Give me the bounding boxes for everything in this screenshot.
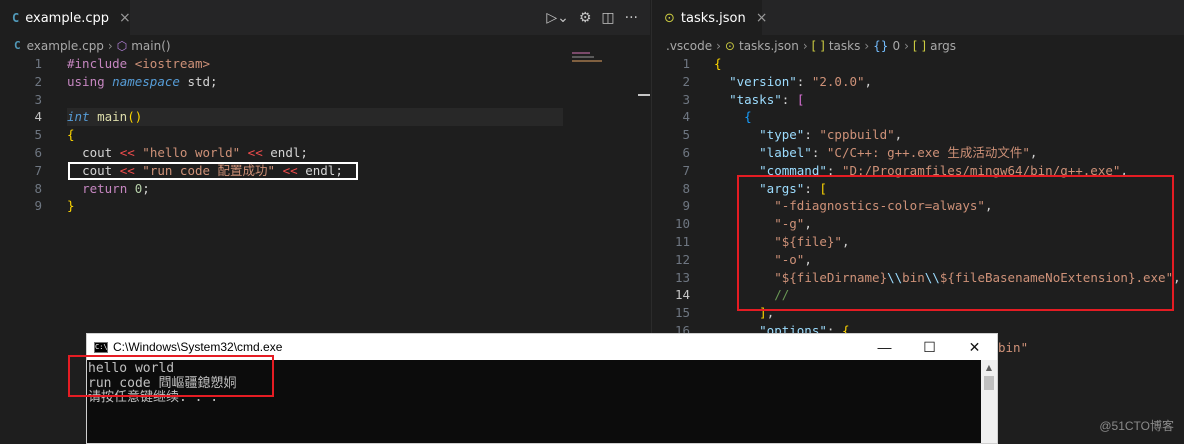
code-line: 3 bbox=[34, 91, 42, 107]
chevron-right-icon: › bbox=[716, 38, 721, 53]
minimize-icon bbox=[638, 94, 650, 96]
gear-icon[interactable]: ⚙ bbox=[579, 10, 592, 26]
breadcrumb-tasks[interactable]: tasks bbox=[829, 39, 861, 53]
tab-example-cpp[interactable]: C example.cpp × bbox=[0, 0, 131, 35]
tab-label: tasks.json bbox=[680, 10, 746, 26]
editor-actions: ▷⌄ ⚙ ◫ ··· bbox=[546, 0, 638, 35]
json-overflow-text: bin" bbox=[998, 340, 1029, 355]
cpp-file-icon: C bbox=[14, 39, 21, 52]
array-icon: [ ] bbox=[811, 38, 825, 53]
code-line: 6 cout << "hello world" << endl; bbox=[34, 144, 308, 160]
scroll-thumb[interactable] bbox=[984, 376, 994, 390]
function-icon: ⬡ bbox=[116, 38, 128, 53]
cmd-title: C:\Windows\System32\cmd.exe bbox=[113, 340, 283, 354]
breadcrumb-file[interactable]: example.cpp bbox=[27, 39, 104, 53]
chevron-right-icon: › bbox=[802, 38, 808, 53]
breadcrumb-args[interactable]: args bbox=[930, 39, 956, 53]
minimize-button[interactable]: — bbox=[862, 334, 907, 360]
cpp-file-icon: C bbox=[12, 11, 20, 25]
close-icon[interactable]: × bbox=[756, 10, 768, 26]
code-line: 8 return 0; bbox=[34, 180, 150, 196]
array-icon: [ ] bbox=[912, 38, 927, 53]
tab-bar-left: C example.cpp × ▷⌄ ⚙ ◫ ··· bbox=[0, 0, 650, 35]
cmd-scrollbar[interactable]: ▲ bbox=[981, 360, 997, 443]
watermark: @51CTO博客 bbox=[1099, 419, 1174, 433]
code-line: 2 using namespace std; bbox=[34, 73, 218, 89]
close-button[interactable]: ✕ bbox=[952, 334, 997, 360]
tab-label: example.cpp bbox=[25, 10, 109, 26]
code-line: 1 #include <iostream> bbox=[34, 56, 211, 71]
cpp-code[interactable]: 1 #include <iostream> 2 using namespace st… bbox=[0, 55, 650, 215]
tab-tasks-json[interactable]: ⊙ tasks.json × bbox=[652, 0, 768, 35]
args-highlight-box bbox=[737, 175, 1174, 311]
run-icon[interactable]: ▷⌄ bbox=[546, 10, 569, 26]
chevron-right-icon: › bbox=[904, 38, 909, 53]
chevron-right-icon: › bbox=[864, 38, 870, 53]
scroll-up-icon[interactable]: ▲ bbox=[981, 360, 997, 376]
json-file-icon: ⊙ bbox=[664, 10, 675, 26]
maximize-button[interactable]: ☐ bbox=[907, 334, 952, 360]
more-icon[interactable]: ··· bbox=[625, 10, 638, 26]
output-highlight-box bbox=[68, 355, 274, 397]
cmd-icon: C:\ bbox=[94, 341, 108, 353]
code-line: 5{ bbox=[34, 127, 75, 143]
breadcrumb: C example.cpp › ⬡ main() bbox=[0, 35, 650, 56]
breadcrumb-folder[interactable]: .vscode bbox=[666, 39, 712, 53]
breadcrumb-index[interactable]: 0 bbox=[892, 39, 900, 53]
json-file-icon: ⊙ bbox=[724, 38, 735, 53]
split-editor-icon[interactable]: ◫ bbox=[601, 10, 614, 26]
code-line: 9} bbox=[34, 198, 75, 214]
highlight-box bbox=[68, 162, 358, 180]
close-icon[interactable]: × bbox=[119, 10, 131, 26]
tab-bar-right: ⊙ tasks.json × bbox=[652, 0, 1184, 35]
breadcrumb-symbol[interactable]: main() bbox=[131, 39, 170, 53]
chevron-right-icon: › bbox=[107, 38, 113, 53]
minimap[interactable] bbox=[572, 52, 622, 74]
object-icon: {} bbox=[873, 38, 889, 53]
breadcrumb: .vscode › ⊙ tasks.json › [ ] tasks › {} … bbox=[652, 35, 1184, 56]
code-line: 4 int main() bbox=[34, 109, 143, 125]
breadcrumb-file[interactable]: tasks.json bbox=[739, 39, 799, 53]
